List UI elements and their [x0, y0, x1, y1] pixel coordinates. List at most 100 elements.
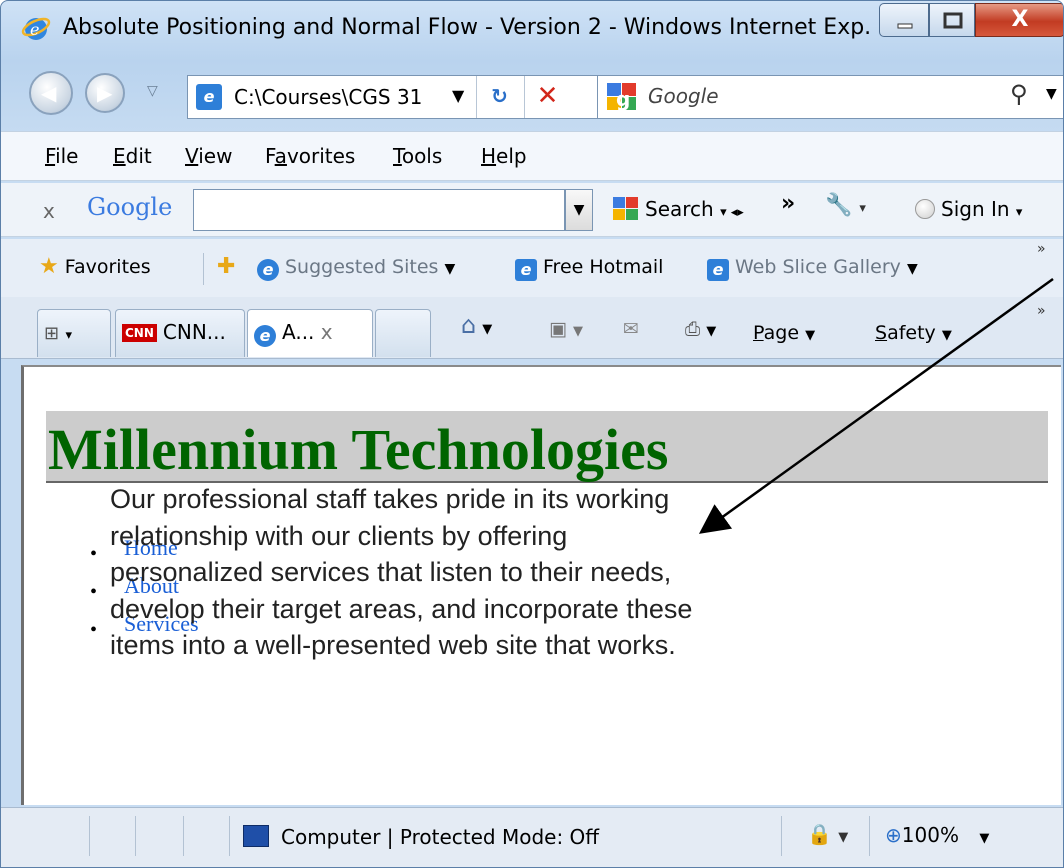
command-overflow-chevron-icon[interactable]: »	[1037, 303, 1046, 319]
forward-button[interactable]: ▶	[85, 73, 125, 113]
back-button[interactable]: ◀	[29, 71, 73, 115]
search-icon[interactable]: ⚲	[1010, 80, 1028, 108]
menu-bar: File Edit View Favorites Tools Help	[1, 131, 1063, 181]
refresh-button[interactable]: ↻	[476, 76, 522, 118]
search-dropdown-icon[interactable]: ▼	[1046, 86, 1057, 102]
back-arrow-icon: ◀	[41, 81, 57, 105]
tab-cnn[interactable]: CNN CNN...	[115, 309, 245, 357]
maximize-button[interactable]	[929, 3, 975, 37]
home-button[interactable]: ⌂ ▼	[461, 313, 492, 342]
ie-page-icon: e	[515, 259, 537, 281]
ie-page-icon: e	[707, 259, 729, 281]
bullet-icon: •	[90, 543, 98, 565]
menu-favorites[interactable]: Favorites	[265, 144, 355, 168]
print-button[interactable]: ⎙ ▼	[685, 317, 716, 344]
security-zone[interactable]: Computer | Protected Mode: Off	[243, 824, 599, 850]
sign-in-button[interactable]: Sign In ▾	[915, 191, 1022, 231]
tab-row: ⊞ ▾ CNN CNN... e A... x ⌂ ▼ ▣ ▼ ✉ ⎙ ▼ Page…	[1, 297, 1063, 359]
status-bar: Computer | Protected Mode: Off 🔒 ▼ ⊕100%…	[1, 807, 1063, 867]
divider	[89, 816, 90, 856]
title-bar: e Absolute Positioning and Normal Flow -…	[1, 1, 1063, 57]
svg-text:g: g	[616, 87, 630, 111]
close-icon: X	[1011, 7, 1029, 32]
divider	[135, 816, 136, 856]
add-favorite-button[interactable]: ✚	[217, 255, 235, 279]
star-icon: ★	[39, 254, 59, 279]
suggested-sites-link[interactable]: e Suggested Sites ▼	[257, 255, 455, 281]
minimize-icon	[897, 23, 913, 29]
search-box[interactable]: g Google ⚲ ▼	[597, 75, 1063, 119]
quick-tabs-button[interactable]: ⊞ ▾	[37, 309, 111, 357]
wrench-icon[interactable]: 🔧 ▾	[825, 193, 866, 218]
forward-arrow-icon: ▶	[97, 81, 113, 105]
divider	[203, 253, 204, 285]
new-tab-button[interactable]	[375, 309, 431, 357]
google-search-input[interactable]	[193, 189, 565, 231]
google-search-button[interactable]: Search ▾ ◂▸	[613, 191, 744, 231]
rss-feed-icon: ▣	[549, 318, 567, 340]
menu-file[interactable]: File	[45, 144, 78, 168]
mail-icon: ✉	[623, 318, 639, 340]
address-dropdown-icon[interactable]: ▼	[452, 86, 464, 105]
page-menu[interactable]: Page ▼	[753, 321, 815, 348]
stop-icon: ✕	[536, 81, 559, 111]
divider	[229, 816, 230, 856]
ie-icon: e	[257, 259, 279, 281]
divider	[183, 816, 184, 856]
svg-text:e: e	[30, 20, 39, 39]
search-input[interactable]: Google	[648, 84, 719, 108]
bullet-icon: •	[90, 581, 98, 603]
free-hotmail-link[interactable]: e Free Hotmail	[515, 255, 663, 281]
menu-edit[interactable]: Edit	[113, 144, 152, 168]
computer-icon	[243, 825, 269, 847]
navigation-bar: ◀ ▶ ▽ e C:\Courses\CGS 31 ▼ ↻ ✕ g Google…	[1, 63, 1063, 125]
toolbar-close-button[interactable]: x	[43, 199, 55, 223]
dropdown-arrow-icon: ▼	[573, 202, 585, 218]
feeds-button[interactable]: ▣ ▼	[549, 317, 583, 344]
tab-active-page[interactable]: e A... x	[247, 309, 373, 357]
search-options-icon: ▾ ◂▸	[720, 205, 744, 220]
zoom-icon: ⊕	[885, 823, 902, 847]
google-logo-icon: g	[607, 83, 636, 111]
minimize-button[interactable]	[879, 3, 929, 37]
tab-close-icon[interactable]: x	[321, 320, 333, 344]
user-circle-icon	[915, 199, 935, 219]
page-viewport: Millennium Technologies • Home • About • Se…	[21, 365, 1061, 805]
address-input[interactable]: C:\Courses\CGS 31	[234, 84, 434, 110]
overflow-chevron-icon[interactable]: »	[1037, 241, 1046, 257]
ie-logo-icon: e	[21, 17, 51, 40]
menu-help[interactable]: Help	[481, 144, 527, 168]
maximize-icon	[943, 12, 963, 29]
safety-menu[interactable]: Safety ▼	[875, 321, 952, 348]
browser-window: e Absolute Positioning and Normal Flow -…	[0, 0, 1064, 868]
favorites-bar: ★ Favorites ✚ e Suggested Sites ▼ e Free H…	[1, 239, 1063, 297]
favorites-button[interactable]: ★ Favorites	[39, 255, 151, 279]
add-star-icon: ✚	[217, 254, 236, 279]
refresh-icon: ↻	[491, 84, 508, 108]
read-mail-button[interactable]: ✉	[623, 317, 639, 341]
divider	[781, 816, 782, 856]
menu-tools[interactable]: Tools	[393, 144, 442, 168]
printer-icon: ⎙	[685, 318, 701, 340]
page-icon: e	[196, 84, 222, 110]
page-heading: Millennium Technologies	[48, 417, 669, 482]
home-icon: ⌂	[461, 311, 477, 339]
body-paragraph: Our professional staff takes pride in it…	[110, 484, 693, 660]
close-button[interactable]: X	[975, 3, 1063, 37]
window-title: Absolute Positioning and Normal Flow - V…	[63, 15, 873, 40]
quick-tabs-icon: ⊞	[44, 323, 60, 344]
google-toolbar-logo: Google	[87, 193, 173, 221]
zoom-control[interactable]: ⊕100% ▼	[885, 822, 989, 852]
ie-icon: e	[254, 325, 276, 347]
google-toolbar: x Google ▼ Search ▾ ◂▸ » 🔧 ▾ Sign In ▾	[1, 183, 1063, 237]
divider	[869, 816, 870, 856]
stop-button[interactable]: ✕	[524, 76, 570, 118]
history-dropdown-icon[interactable]: ▽	[147, 83, 158, 99]
web-slice-gallery-link[interactable]: e Web Slice Gallery ▼	[707, 255, 918, 281]
bullet-icon: •	[90, 619, 98, 641]
protected-mode-icon[interactable]: 🔒 ▼	[807, 822, 848, 846]
more-chevron-icon[interactable]: »	[781, 191, 795, 216]
google-search-dropdown[interactable]: ▼	[565, 189, 593, 231]
menu-view[interactable]: View	[185, 144, 232, 168]
google-g-icon	[613, 197, 638, 220]
